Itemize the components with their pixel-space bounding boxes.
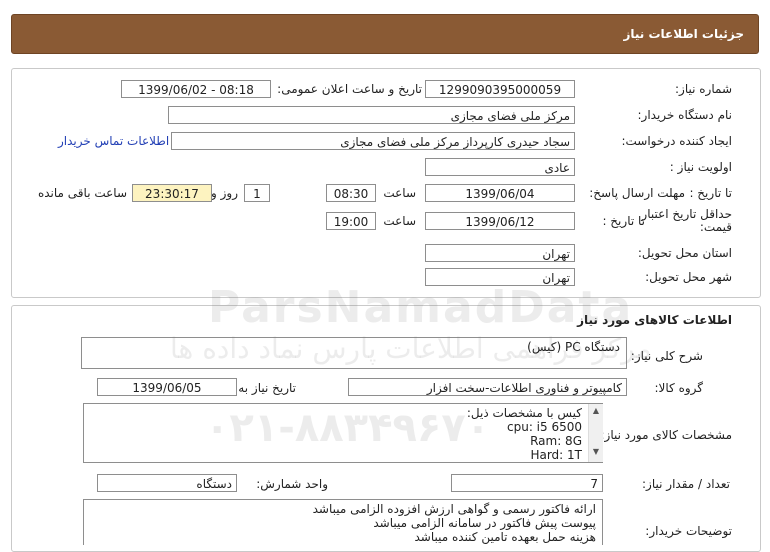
need-number-label: شماره نیاز:	[675, 82, 732, 96]
announce-label: تاریخ و ساعت اعلان عمومی:	[277, 82, 422, 96]
province-label: استان محل تحویل:	[637, 246, 732, 260]
buyer-notes-label: توضیحات خریدار:	[645, 524, 732, 538]
days-remaining-field[interactable]: 1	[244, 184, 270, 202]
watermark-brand: ParsNamadData	[208, 282, 634, 333]
scroll-down-icon[interactable]: ▼	[589, 447, 603, 456]
specs-label: مشخصات کالای مورد نیاز:	[600, 428, 732, 442]
goods-group-field[interactable]: کامپیوتر و فناوری اطلاعات-سخت افزار	[348, 378, 627, 396]
scroll-up-icon[interactable]: ▲	[589, 406, 603, 415]
buyer-contact-link[interactable]: اطلاعات تماس خریدار	[58, 134, 169, 148]
buyer-notes-line-1: ارائه فاکتور رسمی و گواهی ارزش افزوده ال…	[312, 502, 596, 516]
page-header: جزئیات اطلاعات نیاز	[11, 14, 759, 54]
province-field[interactable]: تهران	[425, 244, 575, 262]
buyer-org-label: نام دستگاه خریدار:	[637, 108, 733, 122]
goods-group-label: گروه کالا:	[654, 381, 704, 395]
page-title: جزئیات اطلاعات نیاز	[623, 27, 744, 41]
deadline-label: مهلت ارسال پاسخ:	[589, 186, 685, 200]
priority-field[interactable]: عادی	[425, 158, 575, 176]
quantity-field[interactable]: 7	[451, 474, 603, 492]
validity-time-label: ساعت	[383, 214, 416, 228]
specs-scrollbar[interactable]: ▲ ▼	[588, 404, 603, 462]
watermark-phone: ۰۲۱-۸۸۳۴۹۶۷۰	[205, 405, 491, 451]
validity-date-field[interactable]: 1399/06/12	[425, 212, 575, 230]
unit-field[interactable]: دستگاه	[97, 474, 237, 492]
requester-label: ایجاد کننده درخواست:	[621, 134, 732, 148]
watermark-persian: مرکز فراهمی اطلاعات پارس نماد داده ها	[170, 332, 652, 365]
buyer-notes-line-3: هزینه حمل بعهده تامین کننده میباشد	[414, 530, 596, 544]
priority-label: اولویت نیاز :	[669, 160, 732, 174]
announce-datetime-field[interactable]: 1399/06/02 - 08:18	[121, 80, 271, 98]
deadline-to-date-label: تا تاریخ :	[689, 186, 732, 200]
buyer-notes-line-2: پیوست پیش فاکتور در سامانه الزامی میباشد	[373, 516, 596, 530]
need-date-field[interactable]: 1399/06/05	[97, 378, 237, 396]
buyer-org-field[interactable]: مرکز ملی فضای مجازی	[168, 106, 575, 124]
validity-time-field[interactable]: 19:00	[326, 212, 376, 230]
unit-label: واحد شمارش:	[256, 477, 328, 491]
buyer-notes-textarea[interactable]: ارائه فاکتور رسمی و گواهی ارزش افزوده ال…	[83, 499, 603, 545]
deadline-date-field[interactable]: 1399/06/04	[425, 184, 575, 202]
days-label: روز و	[211, 186, 238, 200]
deadline-time-field[interactable]: 08:30	[326, 184, 376, 202]
need-info-panel	[11, 68, 761, 298]
quantity-label: تعداد / مقدار نیاز:	[642, 477, 730, 491]
deadline-time-label: ساعت	[383, 186, 416, 200]
remaining-time-field[interactable]: 23:30:17	[132, 184, 212, 202]
remaining-label: ساعت باقی مانده	[37, 186, 127, 200]
city-label: شهر محل تحویل:	[645, 270, 732, 284]
need-number-field[interactable]: 1299090395000059	[425, 80, 575, 98]
requester-field[interactable]: سجاد حیدری کارپرداز مرکز ملی فضای مجازی	[171, 132, 575, 150]
validity-to-date-label: تا تاریخ :	[602, 214, 645, 228]
